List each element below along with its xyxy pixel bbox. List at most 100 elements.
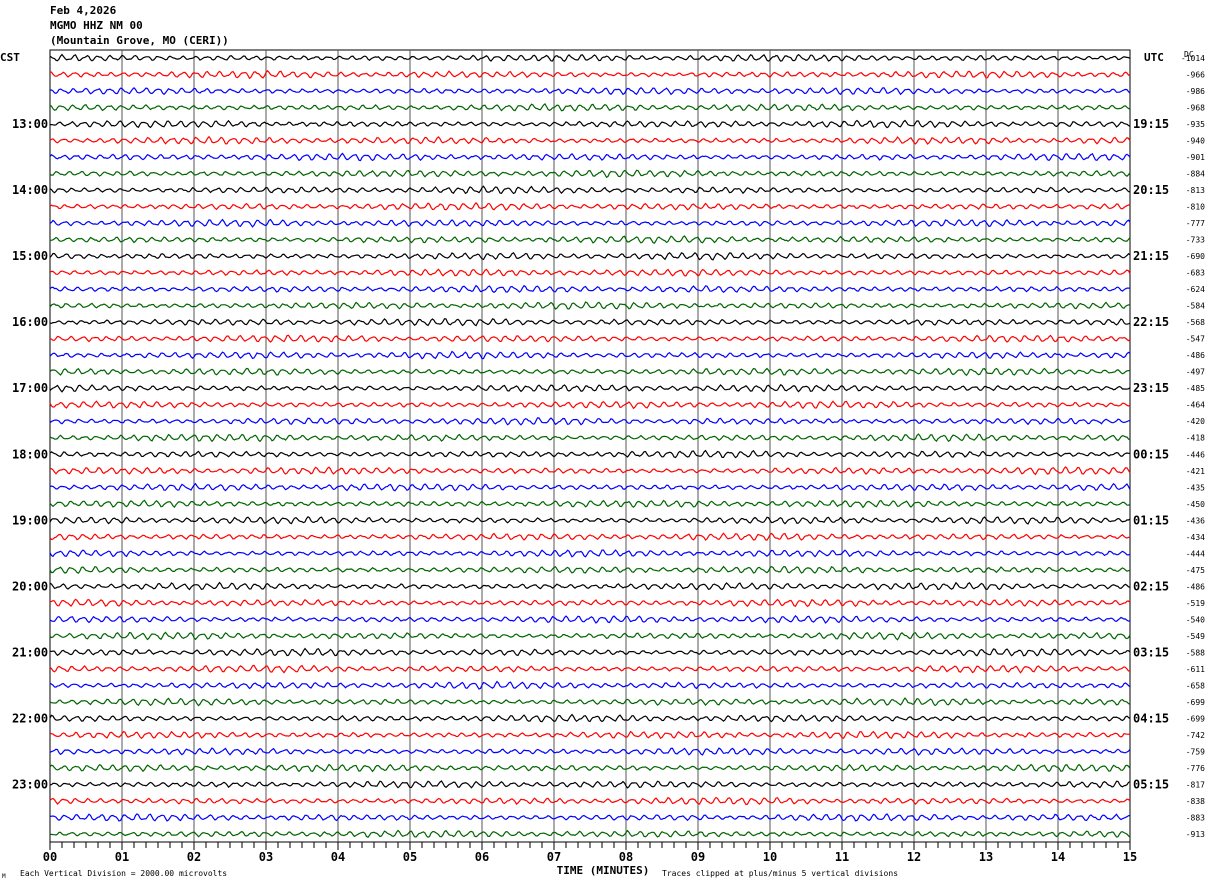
x-axis-label: TIME (MINUTES)	[557, 864, 650, 877]
dc-offset-label: -421	[1186, 467, 1205, 476]
seismic-trace	[49, 86, 1131, 96]
dc-offset-label: -584	[1186, 302, 1205, 311]
dc-offset-label: -588	[1186, 648, 1205, 657]
x-tick-label: 06	[475, 850, 489, 864]
seismic-trace	[49, 318, 1131, 327]
right-hour-label: 23:15	[1133, 381, 1169, 395]
dc-offset-label: -884	[1186, 170, 1205, 179]
x-tick-label: 10	[763, 850, 777, 864]
corner-mark: M	[2, 873, 6, 880]
right-hour-label: 00:15	[1133, 447, 1169, 461]
left-hour-label: 22:00	[12, 711, 48, 725]
seismic-trace	[49, 235, 1131, 244]
left-hour-label: 15:00	[12, 249, 48, 263]
left-timezone-label: CST	[0, 51, 20, 64]
seismic-trace	[49, 697, 1131, 707]
dc-offset-label: -547	[1186, 335, 1205, 344]
dc-offset-label: -611	[1186, 665, 1205, 674]
dc-offset-label: -777	[1186, 219, 1205, 228]
seismic-trace	[49, 367, 1131, 377]
x-tick-label: 00	[43, 850, 57, 864]
seismic-trace	[49, 664, 1131, 674]
dc-offset-label: -658	[1186, 681, 1205, 690]
dc-offset-label: -683	[1186, 269, 1205, 278]
seismic-trace	[49, 251, 1131, 261]
seismic-trace	[49, 796, 1131, 806]
x-tick-label: 03	[259, 850, 273, 864]
dc-offset-label: -436	[1186, 516, 1205, 525]
dc-offset-label: -568	[1186, 318, 1205, 327]
right-hour-label: 20:15	[1133, 183, 1169, 197]
seismic-trace	[49, 747, 1131, 756]
seismic-trace	[49, 102, 1131, 112]
seismic-trace	[50, 119, 1131, 129]
x-tick-label: 08	[619, 850, 633, 864]
right-hour-label: 05:15	[1133, 777, 1169, 791]
dc-offset-label: -485	[1186, 384, 1205, 393]
seismic-trace	[49, 350, 1131, 360]
dc-offset-label: -935	[1186, 120, 1205, 129]
seismic-trace	[49, 581, 1131, 591]
dc-offset-label: -838	[1186, 797, 1205, 806]
seismic-trace	[49, 169, 1131, 179]
seismic-trace	[49, 647, 1131, 657]
seismic-trace	[49, 433, 1131, 443]
seismic-trace	[49, 615, 1131, 624]
dc-offset-label: -624	[1186, 285, 1205, 294]
x-tick-label: 02	[187, 850, 201, 864]
seismic-trace	[49, 565, 1131, 574]
seismic-trace	[49, 631, 1131, 641]
dc-label: DC	[1184, 50, 1194, 59]
seismic-trace	[49, 152, 1131, 162]
seismic-trace	[49, 53, 1131, 62]
seismic-trace	[49, 813, 1131, 822]
x-tick-label: 14	[1051, 850, 1065, 864]
seismic-trace	[49, 499, 1131, 509]
right-hour-label: 03:15	[1133, 645, 1169, 659]
seismic-trace	[49, 713, 1131, 723]
seismic-trace	[49, 384, 1131, 393]
dc-offset-label: -699	[1186, 698, 1205, 707]
seismogram-plot: -1014-966-986-968-935-940-901-884-813-81…	[0, 49, 1205, 880]
dc-offset-label: -549	[1186, 632, 1205, 641]
plot-frame	[49, 49, 1131, 843]
seismic-trace	[49, 202, 1131, 211]
dc-offset-label: -733	[1186, 236, 1205, 245]
dc-offset-label: -986	[1186, 87, 1205, 96]
dc-offset-label: -810	[1186, 203, 1205, 212]
dc-offset-label: -497	[1186, 368, 1205, 377]
left-hour-label: 14:00	[12, 183, 48, 197]
dc-offset-label: -776	[1186, 764, 1205, 773]
seismic-trace	[49, 763, 1131, 773]
left-hour-label: 13:00	[12, 117, 48, 131]
seismic-trace	[49, 449, 1131, 459]
dc-offset-label: -444	[1186, 549, 1205, 558]
dc-offset-label: -968	[1186, 104, 1205, 113]
seismic-trace	[49, 268, 1131, 277]
dc-offset-label: -966	[1186, 71, 1205, 80]
left-hour-label: 17:00	[12, 381, 48, 395]
x-tick-label: 15	[1123, 850, 1137, 864]
x-tick-label: 12	[907, 850, 921, 864]
seismic-trace	[49, 532, 1131, 541]
x-tick-label: 05	[403, 850, 417, 864]
seismic-trace	[49, 334, 1131, 343]
x-tick-label: 13	[979, 850, 993, 864]
right-hour-label: 04:15	[1133, 711, 1169, 725]
left-hour-label: 16:00	[12, 315, 48, 329]
x-tick-label: 11	[835, 850, 849, 864]
seismic-trace	[49, 730, 1131, 740]
right-timezone-label: UTC	[1144, 51, 1164, 64]
left-hour-label: 18:00	[12, 447, 48, 461]
x-tick-label: 09	[691, 850, 705, 864]
dc-offset-label: -475	[1186, 566, 1205, 575]
right-hour-label: 01:15	[1133, 513, 1169, 527]
left-hour-label: 23:00	[12, 777, 48, 791]
dc-offset-label: -540	[1186, 615, 1205, 624]
dc-offset-label: -817	[1186, 780, 1205, 789]
seismic-trace	[49, 301, 1131, 310]
seismic-trace	[49, 135, 1131, 145]
clip-note: Traces clipped at plus/minus 5 vertical …	[662, 869, 898, 878]
seismic-trace	[49, 466, 1131, 476]
dc-offset-label: -446	[1186, 450, 1205, 459]
